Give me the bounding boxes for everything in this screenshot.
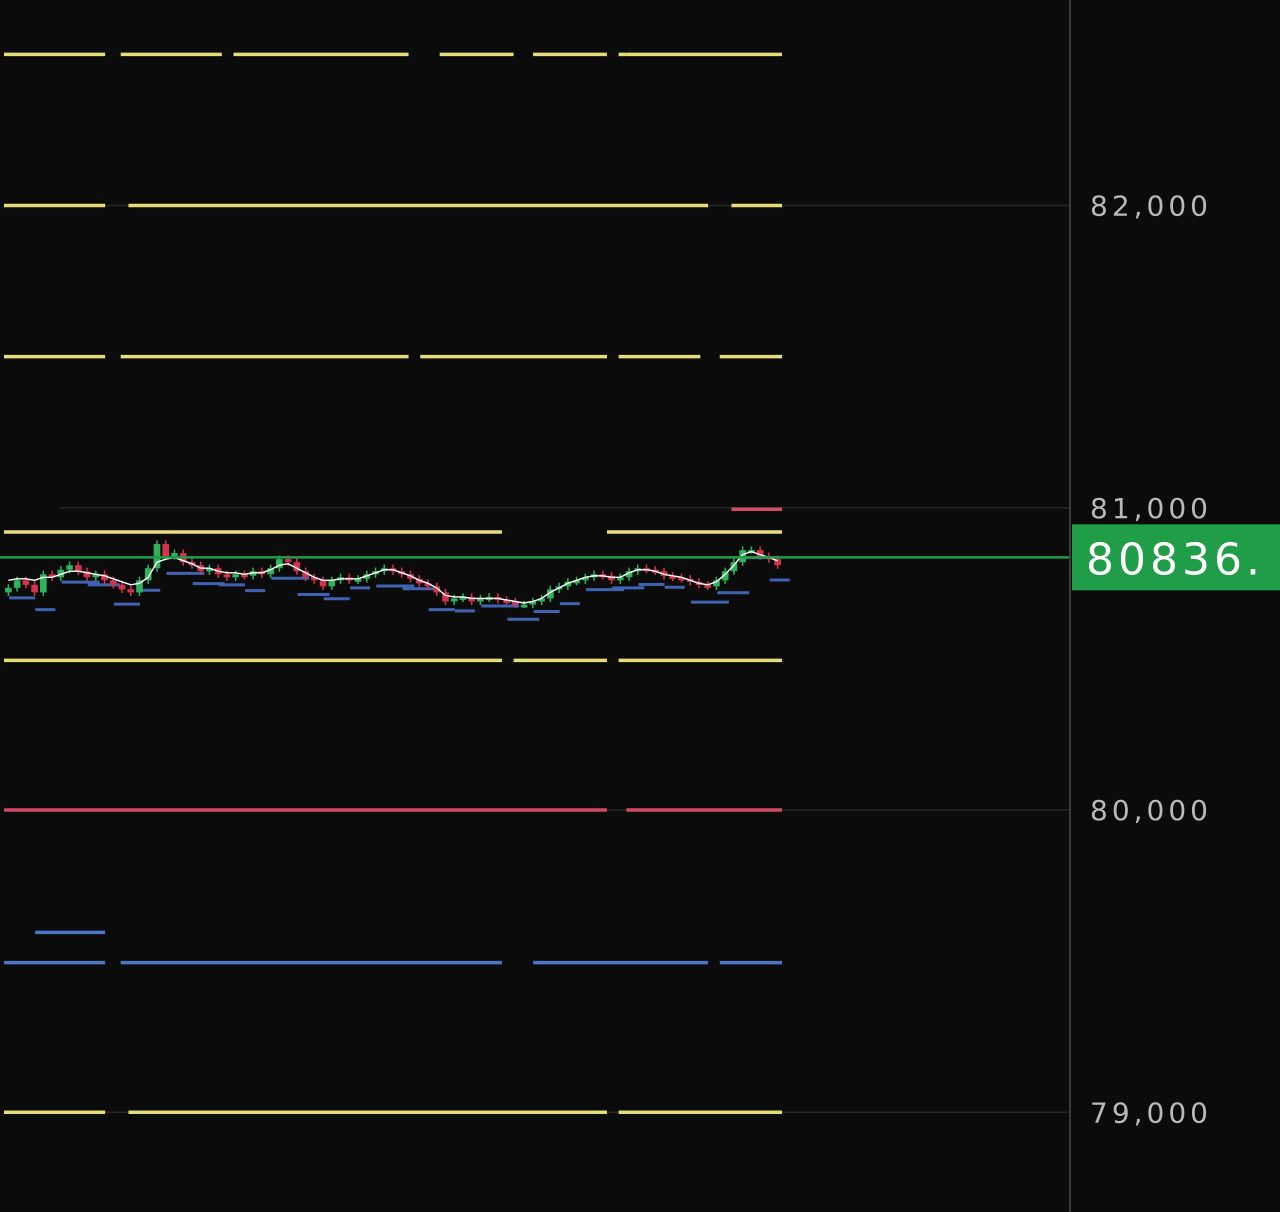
candle-body	[328, 580, 336, 587]
candle-body	[109, 580, 117, 585]
ma-line	[8, 550, 778, 604]
candle-body	[118, 584, 126, 590]
candle-body	[66, 565, 73, 570]
candle-body	[31, 584, 38, 593]
candle-body	[450, 598, 458, 602]
candle-body	[74, 565, 82, 572]
current-price-label: 80836.	[1086, 534, 1264, 585]
candle-body	[223, 574, 231, 578]
y-tick-label: 81,000	[1090, 492, 1212, 525]
candle-body	[127, 589, 135, 593]
candle-body	[162, 544, 170, 557]
y-tick-label: 82,000	[1090, 190, 1212, 223]
y-tick-label: 79,000	[1090, 1096, 1212, 1129]
y-tick-label: 80,000	[1090, 794, 1212, 827]
price-chart[interactable]: 82,000 81,000 80,000 79,000 80836.	[0, 0, 1280, 1212]
candle-body	[22, 580, 30, 585]
candle-body	[5, 587, 12, 593]
candle-body	[520, 604, 528, 608]
moving-average	[8, 550, 778, 604]
candle-body	[171, 553, 178, 557]
candle-body	[284, 559, 292, 563]
y-axis[interactable]: 82,000 81,000 80,000 79,000 80836.	[1069, 0, 1280, 1212]
candle-body	[319, 580, 327, 587]
candle-body	[232, 574, 239, 578]
liquidity-dashes	[9, 556, 790, 621]
level-lines	[4, 52, 782, 1115]
candle-body	[13, 580, 21, 588]
chart-canvas[interactable]: 82,000 81,000 80,000 79,000 80836.	[0, 0, 1280, 1212]
